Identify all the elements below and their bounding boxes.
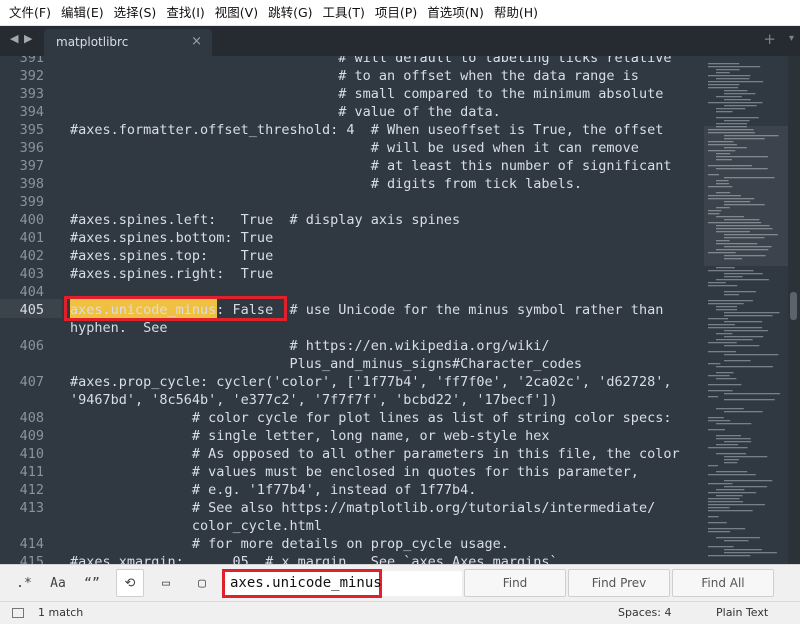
tab-menu-icon[interactable]: ▾ <box>789 33 794 44</box>
line-number: 397 <box>19 158 44 174</box>
code-line[interactable]: # will be used when it can remove <box>70 139 639 157</box>
new-tab-icon[interactable]: + <box>763 30 776 48</box>
menu-view[interactable]: 视图(V) <box>210 0 263 26</box>
tab-nav-left-icon[interactable]: ◀ <box>10 32 18 45</box>
code-line[interactable]: #axes.prop_cycle: cycler('color', ['1f77… <box>70 373 671 391</box>
line-number: 410 <box>19 446 44 462</box>
code-line[interactable]: #axes.spines.right: True <box>70 265 273 283</box>
code-line[interactable]: color_cycle.html <box>70 517 322 535</box>
case-sensitive-toggle[interactable]: Aa <box>44 569 72 597</box>
line-number <box>0 517 44 535</box>
line-number: 398 <box>19 176 44 192</box>
line-number: 393 <box>19 86 44 102</box>
line-number: 403 <box>19 266 44 282</box>
code-line[interactable]: # to an offset when the data range is <box>70 67 639 85</box>
tab-nav-right-icon[interactable]: ▶ <box>24 32 32 45</box>
line-number: 396 <box>19 140 44 156</box>
tab-label: matplotlibrc <box>56 35 129 49</box>
line-number: 415 <box>19 554 44 564</box>
line-number <box>0 355 44 373</box>
code-line[interactable]: '9467bd', '8c564b', 'e377c2', '7f7f7f', … <box>70 391 558 409</box>
close-icon[interactable]: × <box>191 34 202 49</box>
line-number <box>0 391 44 409</box>
code-line[interactable]: #axes.spines.top: True <box>70 247 273 265</box>
code-line[interactable]: # value of the data. <box>70 103 501 121</box>
code-line[interactable]: # for more details on prop_cycle usage. <box>70 535 509 553</box>
panel-switcher-icon[interactable] <box>12 608 24 618</box>
menu-find[interactable]: 查找(I) <box>161 0 209 26</box>
highlight-matches-toggle[interactable]: ▢ <box>188 569 216 597</box>
line-number: 413 <box>19 500 44 516</box>
line-number: 408 <box>19 410 44 426</box>
scrollbar-thumb[interactable] <box>790 292 797 320</box>
editor[interactable]: 391 392 393 394 395 396 397 398 399 400 401 402 403 4… <box>0 56 800 564</box>
code-line[interactable]: # See also https://matplotlib.org/tutori… <box>70 499 655 517</box>
find-prev-button[interactable]: Find Prev <box>568 569 670 597</box>
line-number: 414 <box>19 536 44 552</box>
line-number: 409 <box>19 428 44 444</box>
vertical-scrollbar[interactable] <box>788 56 800 564</box>
line-number: 394 <box>19 104 44 120</box>
menu-tools[interactable]: 工具(T) <box>318 0 370 26</box>
code-line[interactable]: hyphen. See <box>70 319 168 337</box>
code-line[interactable]: # small compared to the minimum absolute <box>70 85 663 103</box>
wrap-toggle[interactable]: ⟲ <box>116 569 144 597</box>
code-line[interactable]: # As opposed to all other parameters in … <box>70 445 680 463</box>
menu-selection[interactable]: 选择(S) <box>109 0 162 26</box>
whole-word-toggle[interactable]: “” <box>78 569 106 597</box>
code-line[interactable]: Plus_and_minus_signs#Character_codes <box>70 355 582 373</box>
search-input[interactable]: axes.unicode_minus <box>222 569 382 598</box>
minimap-viewport[interactable] <box>704 126 788 266</box>
line-number: 411 <box>19 464 44 480</box>
syntax-setting[interactable]: Plain Text <box>716 606 768 619</box>
code-line[interactable]: # will default to labeling ticks relativ… <box>70 56 671 67</box>
line-number: 406 <box>19 338 44 354</box>
code-line[interactable]: # e.g. '1f77b4', instead of 1f77b4. <box>70 481 476 499</box>
line-number: 404 <box>19 284 44 300</box>
find-button[interactable]: Find <box>464 569 566 597</box>
line-number: 392 <box>19 68 44 84</box>
line-number: 412 <box>19 482 44 498</box>
menu-file[interactable]: 文件(F) <box>4 0 56 26</box>
line-number <box>0 319 44 337</box>
search-input-background <box>382 571 462 596</box>
line-number: 391 <box>19 56 44 66</box>
menu-goto[interactable]: 跳转(G) <box>263 0 317 26</box>
line-number: 407 <box>19 374 44 390</box>
code-line[interactable]: # at least this number of significant <box>70 157 672 175</box>
code-line[interactable]: #axes.spines.left: True # display axis s… <box>70 211 460 229</box>
line-number: 405 <box>19 302 44 318</box>
menu-preferences[interactable]: 首选项(N) <box>422 0 489 26</box>
code-line[interactable]: # single letter, long name, or web-style… <box>70 427 550 445</box>
code-line[interactable]: # digits from tick labels. <box>70 175 582 193</box>
status-bar: 1 match Spaces: 4 Plain Text <box>0 601 800 624</box>
menu-edit[interactable]: 编辑(E) <box>56 0 109 26</box>
find-panel: .* Aa “” ⟲ ▭ ▢ axes.unicode_minus Find F… <box>0 564 800 601</box>
menu-project[interactable]: 项目(P) <box>370 0 422 26</box>
annotation-box <box>64 296 287 321</box>
in-selection-toggle[interactable]: ▭ <box>152 569 180 597</box>
indentation-setting[interactable]: Spaces: 4 <box>618 606 671 619</box>
minimap[interactable] <box>704 56 788 564</box>
regex-toggle[interactable]: .* <box>10 569 38 597</box>
line-number-gutter: 391 392 393 394 395 396 397 398 399 400 401 402 403 4… <box>0 56 62 564</box>
line-number: 399 <box>19 194 44 210</box>
menu-bar: 文件(F) 编辑(E) 选择(S) 查找(I) 视图(V) 跳转(G) 工具(T… <box>0 0 800 26</box>
code-line[interactable]: # https://en.wikipedia.org/wiki/ <box>70 337 549 355</box>
tab-matplotlibrc[interactable]: matplotlibrc × <box>44 29 212 56</box>
menu-help[interactable]: 帮助(H) <box>489 0 543 26</box>
code-line[interactable]: # color cycle for plot lines as list of … <box>70 409 672 427</box>
line-number: 395 <box>19 122 44 138</box>
code-line[interactable]: #axes.formatter.offset_threshold: 4 # Wh… <box>70 121 663 139</box>
find-all-button[interactable]: Find All <box>672 569 774 597</box>
code-line[interactable]: #axes.xmargin: .05 # x margin. See `axes… <box>70 553 558 564</box>
match-count: 1 match <box>38 606 84 619</box>
code-line[interactable]: #axes.spines.bottom: True <box>70 229 273 247</box>
code-line[interactable]: # values must be enclosed in quotes for … <box>70 463 639 481</box>
line-number: 401 <box>19 230 44 246</box>
line-number: 402 <box>19 248 44 264</box>
tab-bar: ◀ ▶ matplotlibrc × + ▾ <box>0 26 800 56</box>
line-number: 400 <box>19 212 44 228</box>
